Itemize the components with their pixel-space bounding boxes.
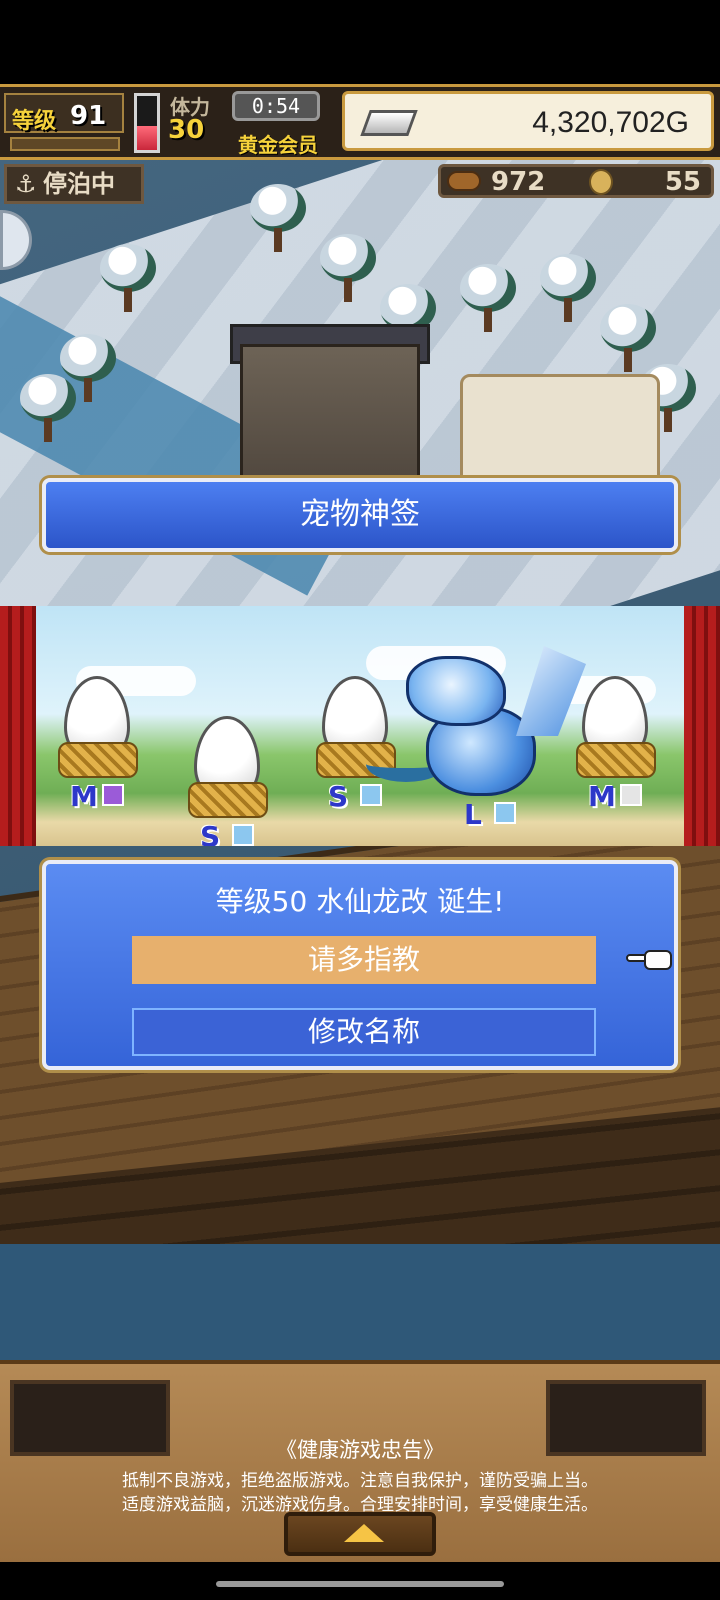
egg-size-label: S <box>200 820 221 846</box>
white-gem-icon <box>620 784 642 806</box>
snow-tree <box>320 234 376 304</box>
purple-gem-icon <box>102 784 124 806</box>
pet-lottery-title-banner: 宠物神签 <box>42 478 678 552</box>
expand-menu-button[interactable] <box>284 1512 436 1556</box>
resource-box: 972 55 <box>438 164 714 198</box>
snow-tree <box>540 254 596 324</box>
gold-panel[interactable]: 4,320,702G <box>342 91 714 151</box>
level-value: 91 <box>70 101 107 131</box>
home-indicator[interactable] <box>216 1581 504 1587</box>
building[interactable] <box>240 344 420 494</box>
level-box: 等级 91 <box>4 93 124 134</box>
coin-count: 55 <box>664 167 701 197</box>
bottom-panel: 《健康游戏忠告》 抵制不良游戏，拒绝盗版游戏。注意自我保护，谨防受骗上当。 适度… <box>0 1360 720 1562</box>
sea <box>0 1244 720 1360</box>
ice-gem-icon <box>494 802 516 824</box>
wood-count: 972 <box>491 167 546 197</box>
level-progress-bar <box>10 137 120 151</box>
stamina-meter <box>134 93 160 153</box>
level-label: 等级 <box>12 109 57 134</box>
snow-tree <box>460 264 516 334</box>
stamina-value: 30 <box>168 115 205 145</box>
system-nav-bar <box>0 1562 720 1600</box>
health-notice-title: 《健康游戏忠告》 <box>276 1438 444 1462</box>
top-hud: 等级 91 体力 30 0:54 黄金会员 4,320,702G <box>0 84 720 160</box>
dialog-title: 宠物神签 <box>300 497 420 532</box>
up-arrow-icon <box>344 1524 384 1542</box>
egg-1: M <box>58 676 138 826</box>
egg-2: S <box>188 716 268 846</box>
membership-badge[interactable]: 黄金会员 <box>238 129 318 158</box>
shop-area[interactable] <box>460 374 660 494</box>
coin-icon <box>589 169 613 195</box>
gold-amount: 4,320,702G <box>532 106 689 139</box>
hatch-result-text: 等级50 水仙龙改 诞生! <box>215 885 505 918</box>
silver-ingot-icon <box>360 110 418 136</box>
curtain-right <box>684 606 720 846</box>
timer: 0:54 <box>232 91 320 121</box>
egg-size-label: M <box>70 780 98 813</box>
ice-gem-icon <box>232 824 254 846</box>
rename-button[interactable]: 修改名称 <box>132 1008 596 1056</box>
pointing-hand-icon <box>626 944 676 974</box>
health-notice-line-1: 抵制不良游戏，拒绝盗版游戏。注意自我保护，谨防受骗上当。 <box>122 1471 598 1491</box>
snow-tree <box>100 244 156 314</box>
curtain-left <box>0 606 36 846</box>
water-dragon-pet <box>366 646 596 816</box>
anchor-icon: ⚓ <box>15 170 37 198</box>
wood-icon <box>447 171 481 191</box>
egg-hatch-scene: M S S M L <box>0 606 720 846</box>
snow-tree <box>250 184 306 254</box>
snow-tree <box>60 334 116 404</box>
anchored-status-label: 停泊中 <box>43 170 115 198</box>
confirm-button[interactable]: 请多指教 <box>132 936 596 984</box>
dragon-size-label: L <box>464 798 482 831</box>
egg-size-label: S <box>328 780 349 813</box>
anchored-status-button[interactable]: ⚓ 停泊中 <box>4 164 144 204</box>
system-status-bar <box>0 0 720 84</box>
hatch-result-dialog: 等级50 水仙龙改 诞生! 请多指教 修改名称 <box>42 860 678 1070</box>
